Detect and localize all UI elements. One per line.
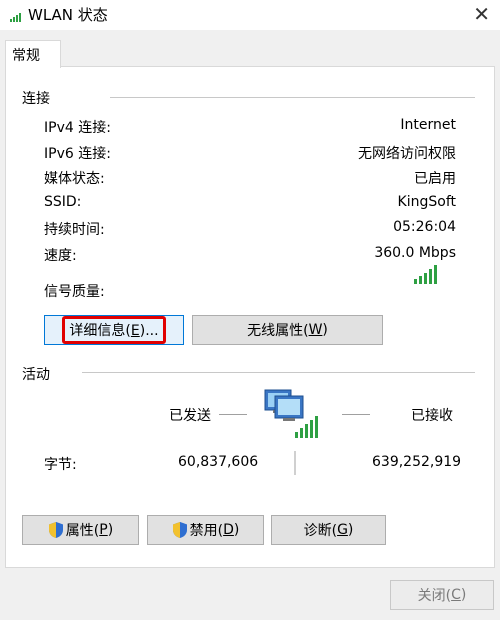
activity-divider <box>82 372 475 373</box>
sent-label: 已发送 <box>169 408 211 424</box>
close-icon[interactable]: ✕ <box>473 2 490 26</box>
connection-divider <box>110 97 475 98</box>
wireless-properties-button[interactable]: 无线属性(W) <box>192 315 383 345</box>
ssid-label: SSID: <box>44 194 82 210</box>
network-computers-icon <box>264 389 318 438</box>
ssid-value: KingSoft <box>397 194 456 210</box>
ipv6-value: 无网络访问权限 <box>358 146 456 162</box>
sent-dash <box>219 414 247 415</box>
duration-value: 05:26:04 <box>393 219 456 235</box>
signal-quality-label: 信号质量: <box>44 284 105 300</box>
speed-label: 速度: <box>44 248 77 264</box>
duration-label: 持续时间: <box>44 222 105 238</box>
details-button[interactable]: 详细信息(E)... <box>44 315 184 345</box>
details-highlight: 详细信息(E)... <box>62 316 166 344</box>
title-bar: WLAN 状态 ✕ <box>0 0 500 30</box>
diagnose-button[interactable]: 诊断(G) <box>271 515 386 545</box>
speed-value: 360.0 Mbps <box>374 245 456 261</box>
shield-icon <box>48 522 63 538</box>
received-dash <box>342 414 370 415</box>
received-label: 已接收 <box>411 408 453 424</box>
bytes-sent-value: 60,837,606 <box>178 454 259 470</box>
ipv6-label: IPv6 连接: <box>44 146 111 162</box>
tab-general[interactable]: 常规 <box>5 40 61 68</box>
properties-button[interactable]: 属性(P) <box>22 515 139 545</box>
ipv4-label: IPv4 连接: <box>44 120 111 136</box>
bytes-label: 字节: <box>44 457 77 473</box>
bytes-divider <box>294 451 296 475</box>
ipv4-value: Internet <box>400 117 456 133</box>
window-title: WLAN 状态 <box>28 6 108 24</box>
media-state-value: 已启用 <box>414 171 456 187</box>
media-state-label: 媒体状态: <box>44 171 105 187</box>
bytes-received-value: 639,252,919 <box>372 454 462 470</box>
disable-button[interactable]: 禁用(D) <box>147 515 264 545</box>
signal-quality-icon <box>414 265 437 284</box>
tab-label: 常规 <box>12 48 40 64</box>
activity-group-title: 活动 <box>22 367 50 383</box>
close-button[interactable]: 关闭(C) <box>390 580 494 610</box>
connection-group-title: 连接 <box>22 91 50 107</box>
wifi-signal-icon <box>10 13 21 22</box>
shield-icon <box>172 522 187 538</box>
